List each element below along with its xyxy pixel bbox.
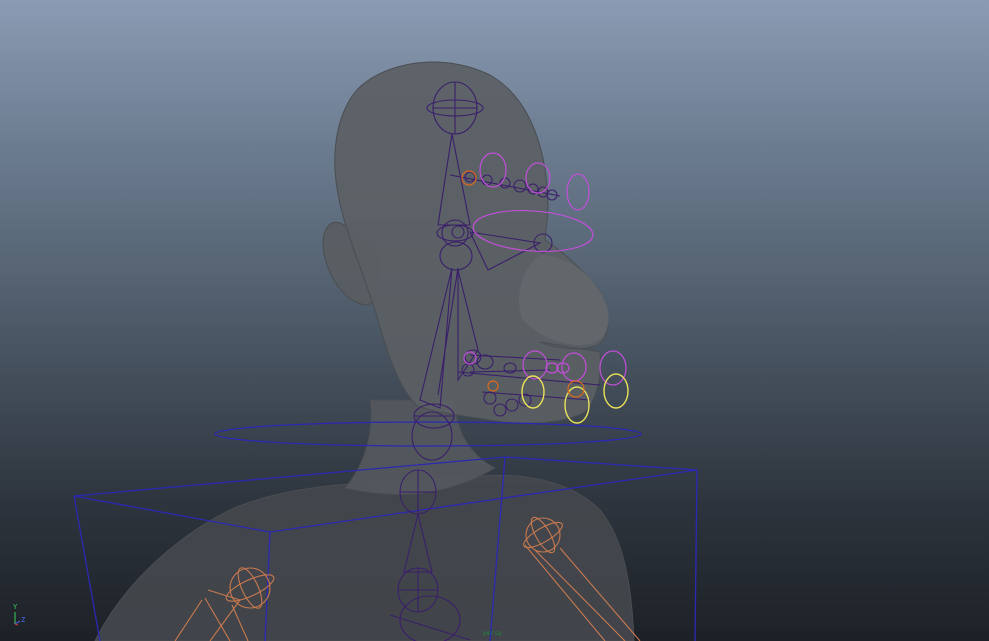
y-axis-label: Y	[13, 603, 18, 611]
mouth-corner-control[interactable]	[599, 350, 627, 386]
lip-control-selected-3[interactable]	[603, 373, 629, 409]
head-mesh	[334, 61, 609, 424]
z-axis-label: Z	[21, 616, 26, 624]
viewport-panel[interactable]: Y Z persp	[0, 0, 989, 641]
axis-gizmo-icon	[14, 612, 21, 626]
character-mesh[interactable]	[94, 61, 635, 641]
camera-name-label: persp	[483, 630, 503, 637]
brow-control-3[interactable]	[566, 173, 590, 211]
x-axis-line	[14, 623, 19, 626]
scene-3d-view[interactable]	[0, 0, 989, 641]
torso-mesh	[94, 474, 635, 641]
z-axis-line	[14, 620, 21, 625]
axis-gizmo: Y Z	[8, 604, 30, 628]
